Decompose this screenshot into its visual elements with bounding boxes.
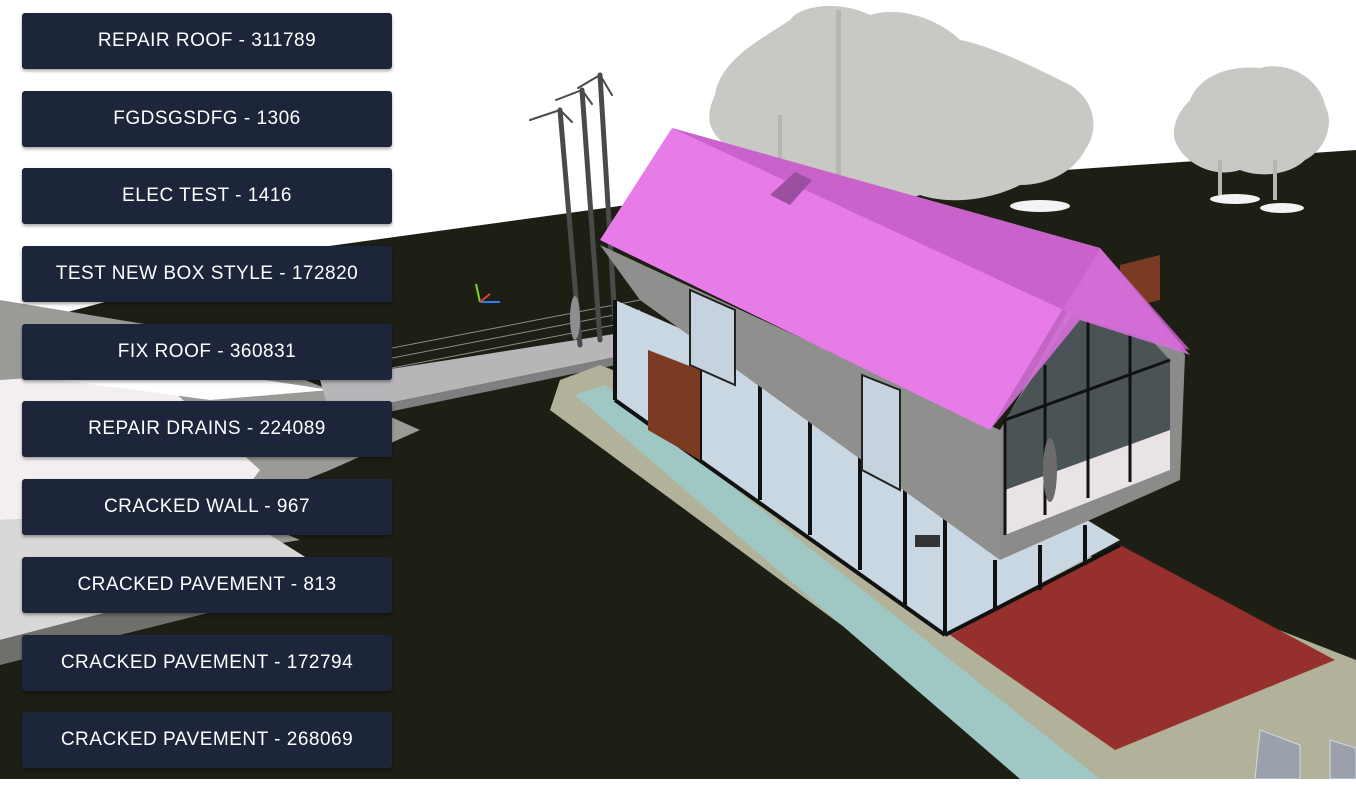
- task-button-label: ELEC TEST - 1416: [122, 185, 292, 207]
- task-button-label: FGDSGSDFG - 1306: [113, 107, 301, 129]
- task-button[interactable]: REPAIR DRAINS - 224089: [22, 401, 392, 458]
- person-walkway: [570, 296, 580, 340]
- task-button[interactable]: FGDSGSDFG - 1306: [22, 90, 392, 147]
- task-button[interactable]: CRACKED PAVEMENT - 172794: [22, 634, 392, 691]
- task-button-label: CRACKED PAVEMENT - 813: [77, 573, 337, 595]
- task-button-label: REPAIR DRAINS - 224089: [88, 418, 326, 440]
- task-button-label: TEST NEW BOX STYLE - 172820: [55, 263, 359, 285]
- tree-shadow: [1010, 200, 1070, 212]
- task-button[interactable]: CRACKED WALL - 967: [22, 479, 392, 536]
- task-list: REPAIR ROOF - 311789 FGDSGSDFG - 1306 ELEC…: [22, 13, 392, 790]
- task-button-label: CRACKED WALL - 967: [103, 496, 311, 518]
- task-button[interactable]: ELEC TEST - 1416: [22, 168, 392, 225]
- task-button[interactable]: TEST NEW BOX STYLE - 172820: [22, 246, 392, 303]
- task-button-label: CRACKED PAVEMENT - 268069: [60, 729, 354, 751]
- task-button-label: CRACKED PAVEMENT - 172794: [60, 651, 354, 673]
- task-button[interactable]: REPAIR ROOF - 311789: [22, 13, 392, 69]
- task-button-label: REPAIR ROOF - 311789: [97, 30, 317, 51]
- task-button[interactable]: FIX ROOF - 360831: [22, 323, 392, 380]
- task-button[interactable]: CRACKED PAVEMENT - 268069: [22, 712, 392, 769]
- task-button-label: FIX ROOF - 360831: [117, 340, 297, 362]
- task-button[interactable]: CRACKED PAVEMENT - 813: [22, 556, 392, 613]
